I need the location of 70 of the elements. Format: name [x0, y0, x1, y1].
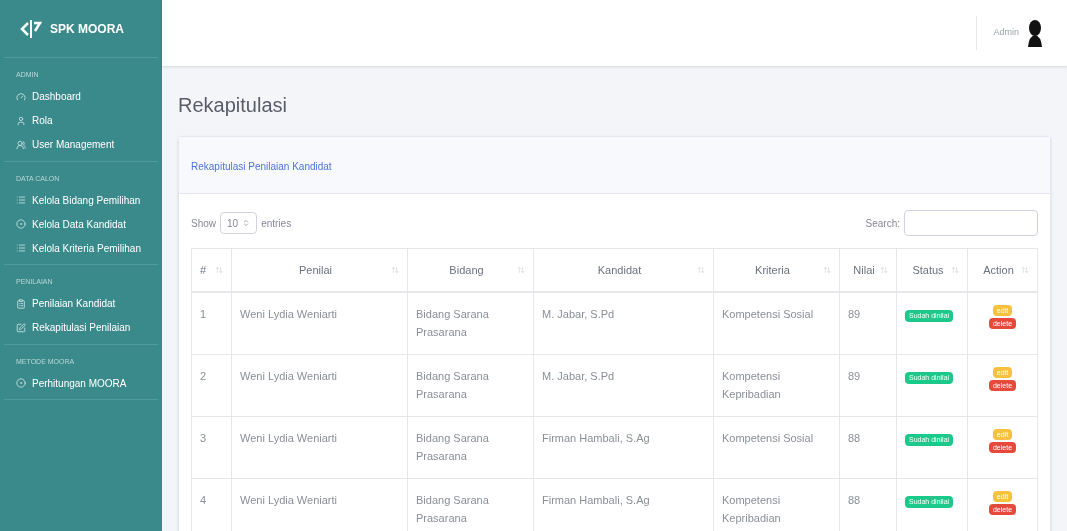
page-title: Rekapitulasi: [178, 93, 288, 118]
sidebar-item[interactable]: Penilaian Kandidat: [4, 291, 158, 316]
table-cell: 4: [200, 494, 207, 506]
sort-icon: [697, 266, 705, 274]
table-cell: 3: [200, 432, 207, 444]
table-cell: Firman Hambali, S.Ag: [542, 432, 650, 444]
sort-icon: [391, 266, 399, 274]
table-cell: Bidang Sarana Prasarana: [416, 308, 489, 338]
column-header[interactable]: Nilai: [839, 249, 896, 291]
table-cell: Bidang Sarana Prasarana: [416, 494, 489, 524]
sidebar-item[interactable]: Kelola Kriteria Pemilihan: [4, 236, 158, 260]
table-cell: 1: [200, 308, 207, 320]
table-cell: 88: [848, 494, 861, 506]
table-cell: Firman Hambali, S.Ag: [542, 494, 650, 506]
sort-icon: [951, 266, 959, 274]
circle-icon: [16, 219, 26, 229]
sidebar-item[interactable]: Kelola Data Kandidat: [4, 212, 158, 236]
table-cell: M. Jabar, S.Pd: [542, 370, 615, 382]
sidebar-item[interactable]: Dashboard: [4, 84, 158, 109]
list-icon: [16, 243, 26, 253]
show-label: Show: [191, 216, 216, 231]
user-icon: [16, 115, 26, 126]
sidebar-item[interactable]: Rola: [4, 108, 158, 133]
sort-icon: [1021, 266, 1029, 274]
table-cell: Bidang Sarana Prasarana: [416, 370, 489, 400]
table-cell: Kompetensi Sosial: [722, 308, 814, 320]
column-header[interactable]: Bidang: [407, 249, 533, 291]
sort-icon: [215, 266, 223, 274]
table-cell: Kompetensi Kepribadian: [722, 494, 781, 524]
sidebar-item[interactable]: Perhitungan MOORA: [4, 371, 158, 395]
table-cell: M. Jabar, S.Pd: [542, 308, 615, 320]
entries-label: entries: [261, 216, 292, 231]
table-cell: Weni Lydia Weniarti: [240, 370, 337, 382]
search-label: Search:: [865, 216, 900, 231]
sidebar-item[interactable]: Kelola Bidang Pemilihan: [4, 188, 158, 212]
code-logo-icon: [20, 18, 42, 39]
clipboard-icon: [16, 298, 26, 309]
sidebar-item[interactable]: Rekapitulasi Penilaian: [4, 315, 158, 340]
search-field[interactable]: [904, 210, 1038, 236]
caret-icon: [242, 219, 251, 227]
column-header[interactable]: Status: [896, 249, 967, 291]
table-cell: Weni Lydia Weniarti: [240, 494, 337, 506]
column-header[interactable]: Kandidat: [533, 249, 713, 291]
list-icon: [16, 195, 26, 205]
entries-select[interactable]: 10: [220, 212, 258, 234]
table-cell: Kompetensi Kepribadian: [722, 370, 781, 400]
sort-icon: [880, 266, 888, 274]
brand-name: SPK MOORA: [50, 20, 124, 38]
table-cell: Weni Lydia Weniarti: [240, 308, 337, 320]
table-cell: 2: [200, 370, 207, 382]
sidebar-item[interactable]: User Management: [4, 132, 158, 157]
table-cell: 89: [848, 370, 861, 382]
user-silhouette-icon[interactable]: [1027, 19, 1043, 47]
user-name[interactable]: Admin: [993, 26, 1019, 40]
sort-icon: [517, 266, 525, 274]
column-header[interactable]: Action: [967, 249, 1037, 291]
column-header[interactable]: #: [192, 249, 231, 291]
column-header[interactable]: Kriteria: [713, 249, 839, 291]
card-title: Rekapitulasi Penilaian Kandidat: [191, 161, 332, 172]
users-icon: [16, 139, 26, 150]
circle-icon: [16, 378, 26, 388]
column-header[interactable]: Penilai: [231, 249, 407, 291]
table-cell: 88: [848, 432, 861, 444]
pen-square-icon: [16, 322, 26, 333]
sort-icon: [823, 266, 831, 274]
gauge-icon: [16, 91, 26, 102]
table-cell: Kompetensi Sosial: [722, 432, 814, 444]
table-cell: Weni Lydia Weniarti: [240, 432, 337, 444]
table-cell: Bidang Sarana Prasarana: [416, 432, 489, 462]
table-cell: 89: [848, 308, 861, 320]
